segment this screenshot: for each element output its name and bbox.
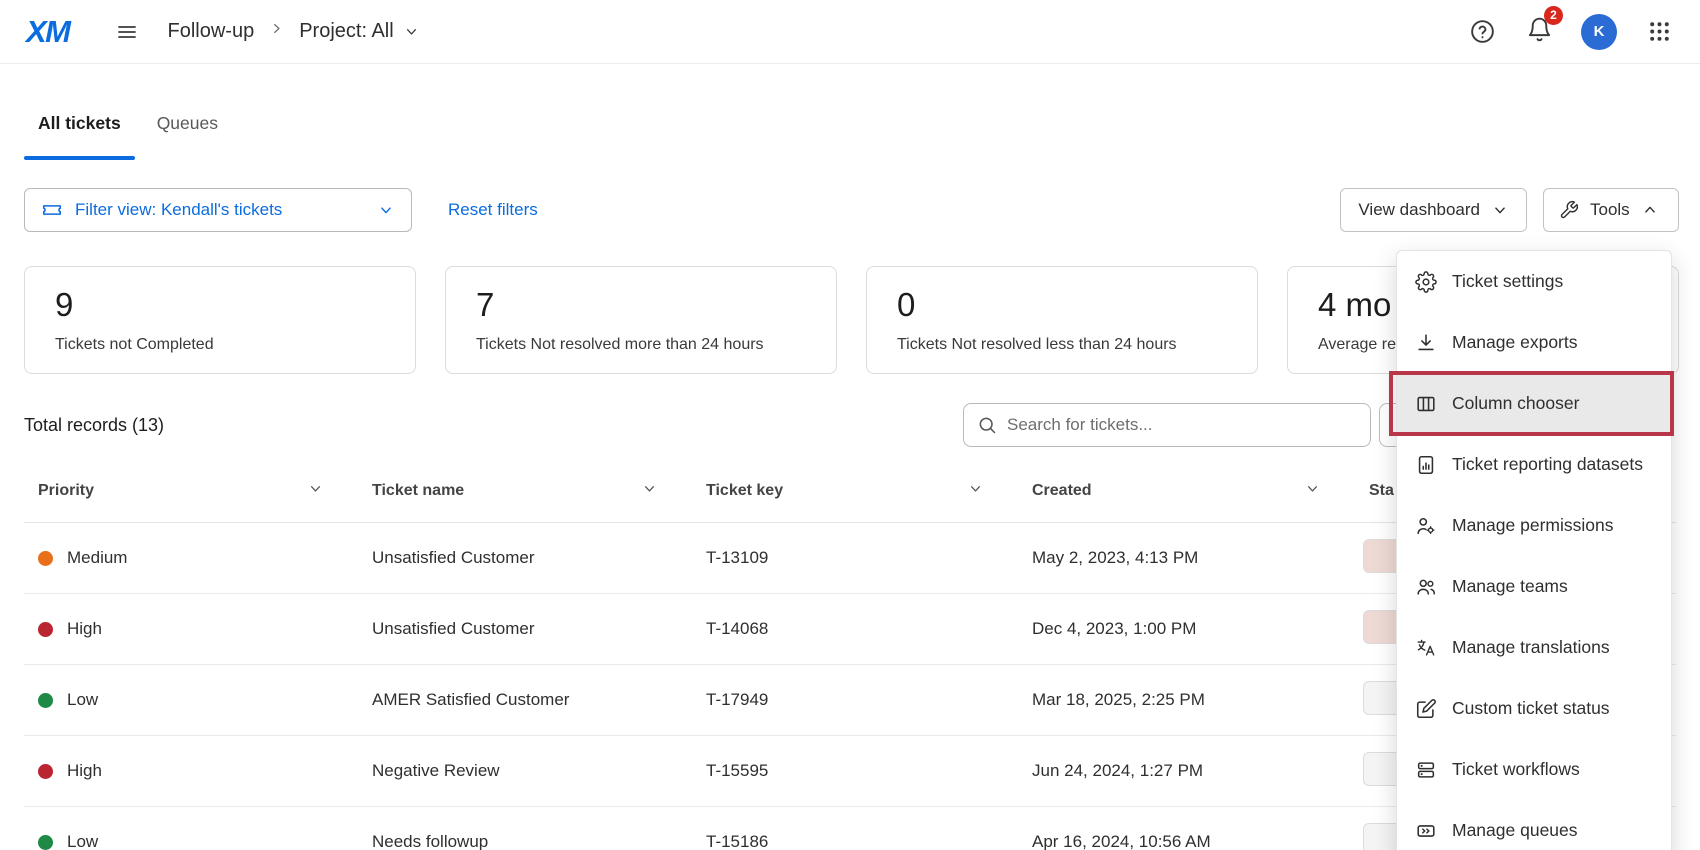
priority-dot <box>38 693 53 708</box>
notifications-button[interactable]: 2 <box>1524 15 1554 49</box>
columns-icon <box>1415 393 1437 415</box>
chevron-down-icon <box>1491 201 1509 219</box>
chevron-down-icon <box>967 480 984 502</box>
app-grid-icon[interactable] <box>1644 17 1674 47</box>
chevron-up-icon <box>1641 201 1659 219</box>
hamburger-menu-icon[interactable] <box>112 17 142 47</box>
project-selector[interactable]: Project: All <box>299 20 419 43</box>
ticket-icon <box>41 199 63 221</box>
stat-value: 7 <box>476 287 806 323</box>
menu-item-manage-queues[interactable]: Manage queues <box>1397 800 1671 850</box>
chevron-down-icon <box>377 201 395 219</box>
priority-dot <box>38 551 53 566</box>
menu-item-manage-translations[interactable]: Manage translations <box>1397 617 1671 678</box>
reset-filters-link[interactable]: Reset filters <box>448 188 538 232</box>
menu-item-manage-exports[interactable]: Manage exports <box>1397 312 1671 373</box>
stat-card-unresolved-over-24h: 7 Tickets Not resolved more than 24 hour… <box>445 266 837 374</box>
person-gear-icon <box>1415 515 1437 537</box>
column-header-priority[interactable]: Priority <box>24 480 358 502</box>
ticket-name-cell: Unsatisfied Customer <box>358 548 692 568</box>
search-icon <box>977 415 997 435</box>
wrench-icon <box>1559 200 1579 220</box>
priority-cell: Low <box>24 690 358 710</box>
breadcrumb: Follow-up Project: All <box>168 20 420 43</box>
menu-item-ticket-reporting-datasets[interactable]: Ticket reporting datasets <box>1397 434 1671 495</box>
chevron-down-icon <box>1304 480 1321 502</box>
tab-all-tickets[interactable]: All tickets <box>24 103 135 160</box>
column-header-ticket-key[interactable]: Ticket key <box>692 480 1018 502</box>
people-icon <box>1415 576 1437 598</box>
ticket-search <box>963 403 1371 447</box>
stat-label: Tickets Not resolved more than 24 hours <box>476 336 806 354</box>
priority-cell: High <box>24 761 358 781</box>
created-cell: May 2, 2023, 4:13 PM <box>1018 548 1355 568</box>
top-navigation-bar: XM Follow-up Project: All 2 K <box>0 0 1700 64</box>
created-cell: Apr 16, 2024, 10:56 AM <box>1018 832 1355 850</box>
tools-button[interactable]: Tools <box>1543 188 1679 232</box>
created-cell: Jun 24, 2024, 1:27 PM <box>1018 761 1355 781</box>
gear-icon <box>1415 271 1437 293</box>
tab-queues[interactable]: Queues <box>143 103 232 160</box>
column-header-ticket-name[interactable]: Ticket name <box>358 480 692 502</box>
download-icon <box>1415 332 1437 354</box>
stat-label: Tickets not Completed <box>55 336 385 354</box>
edit-icon <box>1415 698 1437 720</box>
breadcrumb-section: Follow-up <box>168 20 255 43</box>
filter-view-label: Filter view: Kendall's tickets <box>75 200 365 220</box>
ticket-key-cell: T-13109 <box>692 548 1018 568</box>
priority-cell: Medium <box>24 548 358 568</box>
ticket-key-cell: T-17949 <box>692 690 1018 710</box>
xm-logo: XM <box>26 14 70 50</box>
menu-item-ticket-settings[interactable]: Ticket settings <box>1397 251 1671 312</box>
stat-card-not-completed: 9 Tickets not Completed <box>24 266 416 374</box>
chevron-down-icon <box>641 480 658 502</box>
ticket-key-cell: T-14068 <box>692 619 1018 639</box>
priority-cell: Low <box>24 832 358 850</box>
notification-count-badge: 2 <box>1544 6 1563 25</box>
stat-value: 0 <box>897 287 1227 323</box>
tools-dropdown-menu: Ticket settings Manage exports Column ch… <box>1396 250 1672 850</box>
ticket-key-cell: T-15595 <box>692 761 1018 781</box>
project-selector-label: Project: All <box>299 20 393 43</box>
stat-value: 9 <box>55 287 385 323</box>
workflow-icon <box>1415 759 1437 781</box>
ticket-name-cell: Unsatisfied Customer <box>358 619 692 639</box>
tools-label: Tools <box>1590 200 1630 220</box>
stat-label: Tickets Not resolved less than 24 hours <box>897 336 1227 354</box>
ticket-name-cell: Needs followup <box>358 832 692 850</box>
ticket-key-cell: T-15186 <box>692 832 1018 850</box>
filter-bar: Filter view: Kendall's tickets Reset fil… <box>24 188 1679 232</box>
menu-item-ticket-workflows[interactable]: Ticket workflows <box>1397 739 1671 800</box>
menu-item-custom-ticket-status[interactable]: Custom ticket status <box>1397 678 1671 739</box>
search-input[interactable] <box>1007 415 1357 435</box>
chevron-down-icon <box>403 23 420 40</box>
priority-dot <box>38 835 53 850</box>
ticket-view-tabs: All tickets Queues <box>24 103 232 160</box>
column-header-created[interactable]: Created <box>1018 480 1355 502</box>
help-icon[interactable] <box>1467 17 1497 47</box>
menu-item-column-chooser[interactable]: Column chooser <box>1397 373 1671 434</box>
chevron-right-icon <box>268 20 285 43</box>
priority-dot <box>38 764 53 779</box>
priority-cell: High <box>24 619 358 639</box>
follow-up-page: XM Follow-up Project: All 2 K <box>0 0 1700 850</box>
created-cell: Dec 4, 2023, 1:00 PM <box>1018 619 1355 639</box>
report-icon <box>1415 454 1437 476</box>
translate-icon <box>1415 637 1437 659</box>
ticket-name-cell: AMER Satisfied Customer <box>358 690 692 710</box>
user-avatar[interactable]: K <box>1581 14 1617 50</box>
priority-dot <box>38 622 53 637</box>
menu-item-manage-permissions[interactable]: Manage permissions <box>1397 495 1671 556</box>
total-records-label: Total records (13) <box>24 403 164 447</box>
ticket-name-cell: Negative Review <box>358 761 692 781</box>
created-cell: Mar 18, 2025, 2:25 PM <box>1018 690 1355 710</box>
menu-item-manage-teams[interactable]: Manage teams <box>1397 556 1671 617</box>
chevron-down-icon <box>307 480 324 502</box>
stat-card-unresolved-under-24h: 0 Tickets Not resolved less than 24 hour… <box>866 266 1258 374</box>
view-dashboard-button[interactable]: View dashboard <box>1340 188 1527 232</box>
topbar-actions: 2 K <box>1467 14 1674 50</box>
filter-view-dropdown[interactable]: Filter view: Kendall's tickets <box>24 188 412 232</box>
view-dashboard-label: View dashboard <box>1358 200 1480 220</box>
queue-icon <box>1415 820 1437 842</box>
